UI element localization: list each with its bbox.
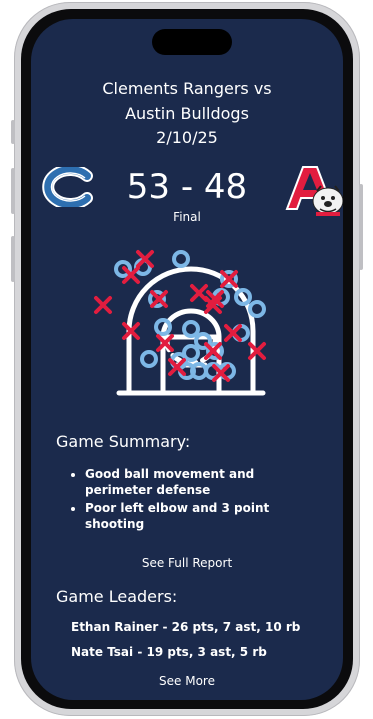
missed-shot-mark xyxy=(224,324,242,342)
clements-c-logo-icon xyxy=(42,167,93,207)
missed-shot-mark xyxy=(190,284,208,302)
game-title-line1: Clements Rangers vs xyxy=(102,79,272,98)
made-shot-mark xyxy=(172,250,190,268)
game-title-line2: Austin Bulldogs xyxy=(125,104,249,123)
dynamic-island xyxy=(152,29,232,55)
leader-item: Ethan Rainer - 26 pts, 7 ast, 10 rb xyxy=(71,620,301,634)
made-shot-mark xyxy=(248,300,266,318)
power-button[interactable] xyxy=(359,184,363,270)
volume-up-button[interactable] xyxy=(11,168,15,214)
volume-down-button[interactable] xyxy=(11,236,15,282)
made-shot-mark xyxy=(140,350,158,368)
see-full-report-link[interactable]: See Full Report xyxy=(31,555,343,571)
shot-chart xyxy=(94,250,266,396)
see-more-link[interactable]: See More xyxy=(31,673,343,689)
game-date: 2/10/25 xyxy=(156,128,218,147)
summary-item: Good ball movement and perimeter defense xyxy=(85,466,315,498)
game-summary-list: Good ball movement and perimeter defense… xyxy=(71,466,315,534)
game-summary-title: Game Summary: xyxy=(56,432,191,451)
score-row: 53 - 48 xyxy=(31,165,343,216)
made-shot-mark xyxy=(182,320,200,338)
leader-item: Nate Tsai - 19 pts, 3 ast, 5 rb xyxy=(71,645,267,659)
summary-item: Poor left elbow and 3 point shooting xyxy=(85,500,315,532)
game-leaders-title: Game Leaders: xyxy=(56,587,178,606)
app-screen: Clements Rangers vs Austin Bulldogs 2/10… xyxy=(31,19,343,700)
action-button[interactable] xyxy=(11,120,15,144)
game-status: Final xyxy=(173,210,201,224)
final-score: 53 - 48 xyxy=(126,167,248,207)
missed-shot-mark xyxy=(94,296,112,314)
